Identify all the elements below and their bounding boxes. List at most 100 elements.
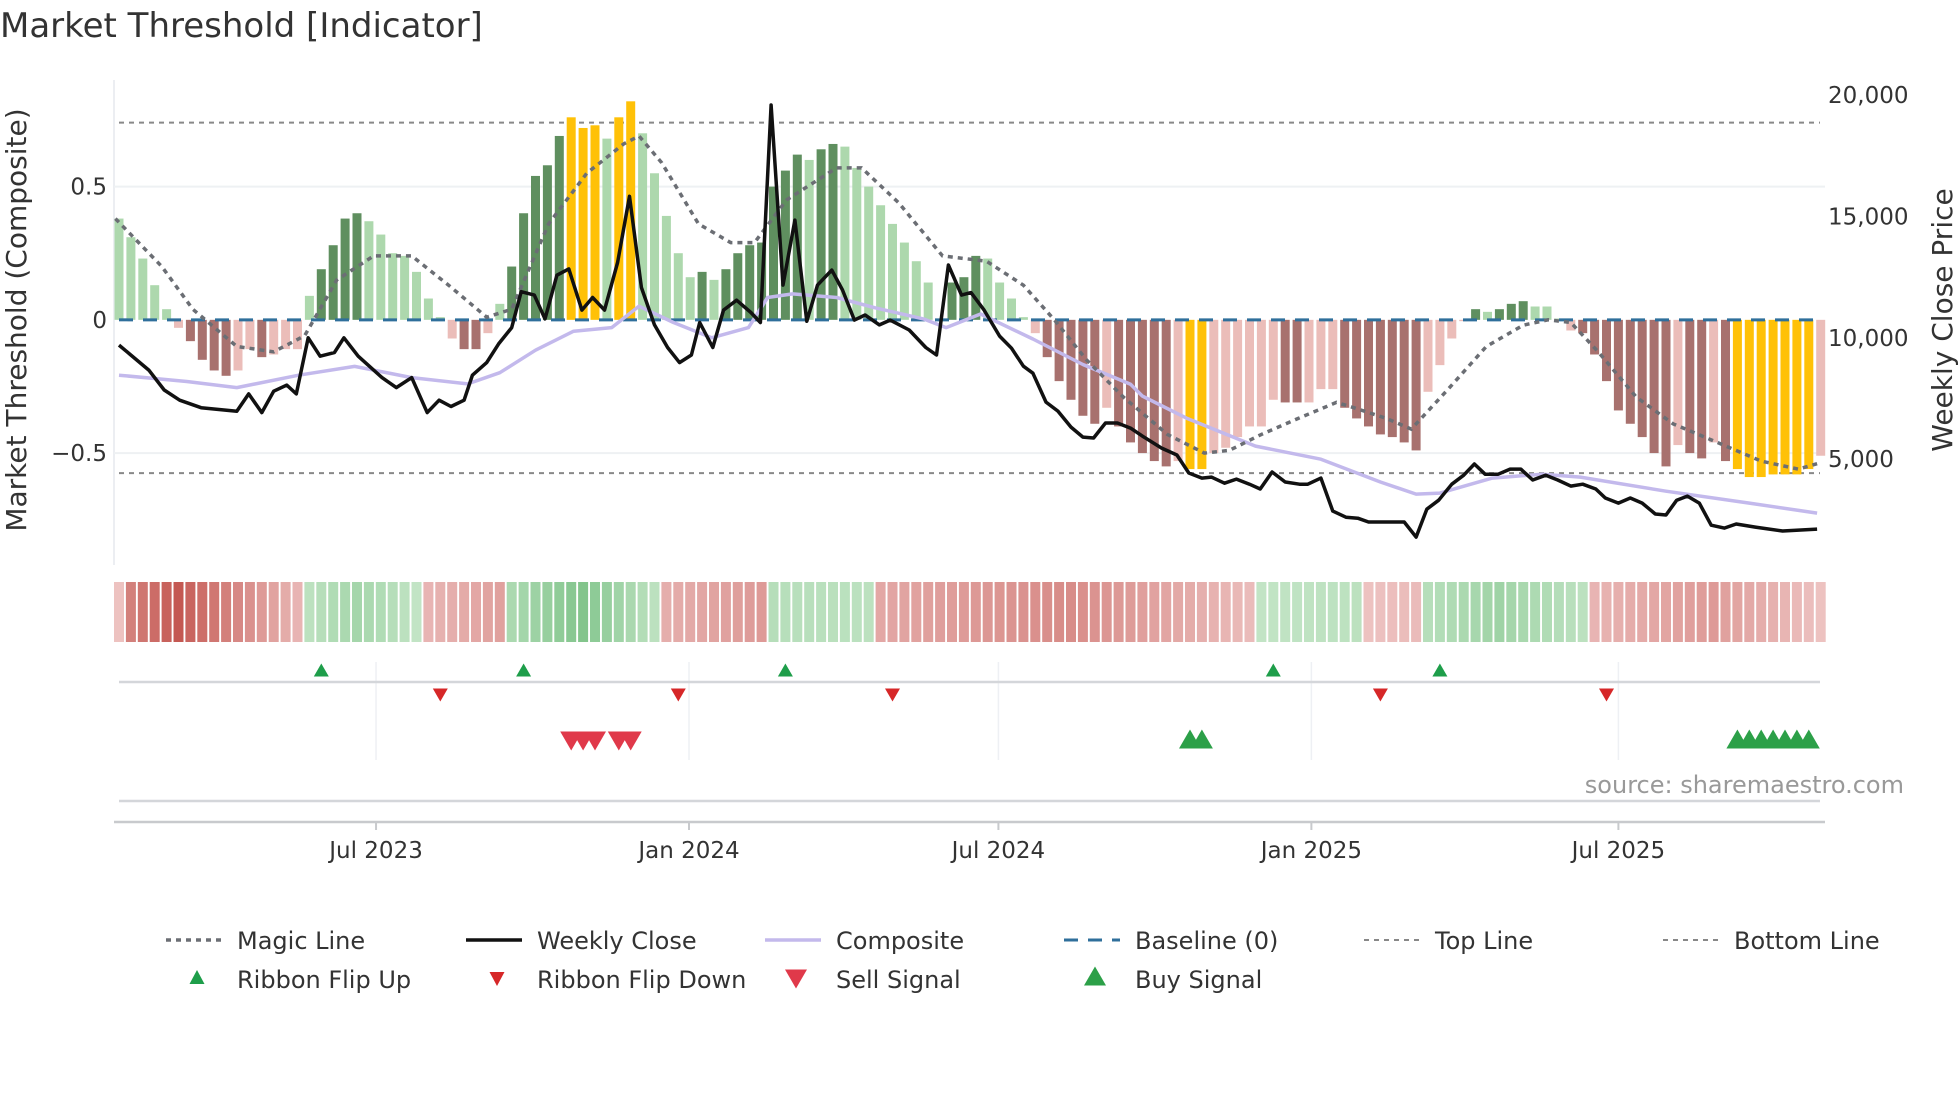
ribbon-cell — [1220, 582, 1231, 642]
composite-bar — [138, 258, 148, 320]
composite-bar — [471, 319, 481, 350]
ribbon-cell — [1577, 582, 1588, 642]
composite-bar — [1732, 319, 1742, 470]
legend-label-flip_up: Ribbon Flip Up — [237, 966, 411, 994]
composite-bar — [1661, 319, 1671, 467]
ribbon-flip-down-icon — [885, 688, 900, 702]
ribbon-cell — [1661, 582, 1671, 642]
ribbon-cell — [1637, 582, 1648, 642]
composite-bar — [685, 277, 695, 320]
composite-bar — [578, 127, 588, 320]
ribbon-cell — [649, 582, 660, 642]
right-tick-label: 10,000 — [1828, 326, 1908, 352]
x-tick-label: Jan 2025 — [1259, 838, 1362, 864]
ribbon-cell — [613, 582, 624, 642]
composite-bar — [864, 186, 874, 320]
composite-bar — [1542, 306, 1552, 320]
ribbon-cell — [1256, 582, 1267, 642]
ribbon-cell — [173, 582, 184, 642]
ribbon-cell — [1339, 582, 1350, 642]
composite-bar — [1042, 319, 1052, 358]
composite-bar — [1649, 319, 1659, 454]
ribbon-flip-up-icon — [777, 663, 793, 677]
composite-bar — [709, 279, 719, 320]
ribbon-cell — [1125, 582, 1136, 642]
ribbon-cell — [554, 582, 565, 642]
right-tick-label: 20,000 — [1828, 83, 1908, 109]
ribbon-cell — [1304, 582, 1314, 642]
ribbon-cell — [566, 582, 577, 642]
composite-bar — [1340, 319, 1350, 408]
composite-bar — [245, 319, 255, 350]
left-axis-label: Market Threshold (Composite) — [0, 108, 33, 531]
ribbon-cell — [1696, 582, 1707, 642]
ribbon-cell — [780, 582, 791, 642]
ribbon-cell — [411, 582, 422, 642]
composite-bar — [995, 282, 1005, 320]
ribbon-cell — [1720, 582, 1731, 642]
ribbon-cell — [685, 582, 696, 642]
ribbon-cell — [1185, 582, 1195, 642]
ribbon-cell — [1161, 582, 1172, 642]
right-axis-label: Weekly Close Price — [1926, 188, 1959, 451]
ribbon-cell — [542, 582, 553, 642]
ribbon-cell — [816, 582, 827, 642]
left-tick-label: −0.5 — [51, 441, 107, 467]
buy-signal-legend-icon — [1084, 966, 1106, 986]
ribbon-cell — [756, 582, 767, 642]
ribbon-cell — [1672, 582, 1683, 642]
ribbon-cell — [1625, 582, 1636, 642]
composite-bar — [1506, 303, 1516, 320]
composite-bar — [1709, 319, 1719, 443]
ribbon-cell — [744, 582, 755, 642]
ribbon-cell — [1042, 582, 1053, 642]
ribbon-cell — [518, 582, 529, 642]
composite-bar — [1102, 319, 1112, 408]
ribbon-cell — [947, 582, 957, 642]
ribbon-cell — [1780, 582, 1790, 642]
x-tick-label: Jan 2024 — [636, 838, 739, 864]
composite-bar — [1007, 298, 1016, 320]
ribbon-cell — [1423, 582, 1433, 642]
sell-signal-legend-icon — [785, 969, 807, 989]
ribbon-cell — [578, 582, 589, 642]
composite-bar — [959, 277, 969, 320]
composite-bar — [1578, 319, 1588, 334]
composite-bar — [221, 319, 231, 376]
ribbon-cell — [1101, 582, 1112, 642]
ribbon-cell — [1708, 582, 1719, 642]
composite-bar — [852, 167, 862, 320]
composite-bar — [947, 282, 957, 320]
ribbon-cell — [197, 582, 208, 642]
ribbon-cell — [423, 582, 434, 642]
ribbon-cell — [673, 582, 684, 642]
composite-bar — [1602, 319, 1611, 382]
ribbon-cell — [125, 582, 136, 642]
ribbon-cell — [1756, 582, 1767, 642]
composite-bar — [554, 135, 564, 320]
ribbon-cell — [482, 582, 493, 642]
ribbon-cell — [1649, 582, 1660, 642]
ribbon-cell — [1482, 582, 1493, 642]
composite-bar — [1221, 319, 1231, 448]
composite-bar — [733, 253, 743, 320]
composite-bar — [1494, 309, 1504, 320]
market-threshold-chart: 0.5 0 −0.5 20,000 15,000 10,000 5,000 Market Th… — [0, 80, 1959, 994]
ribbon-flip-down-legend-icon — [489, 972, 505, 986]
ribbon-cell — [1244, 582, 1255, 642]
composite-bar — [1316, 319, 1326, 390]
composite-bars — [114, 101, 1826, 478]
composite-bar — [1268, 319, 1278, 400]
ribbon-cell — [982, 582, 993, 642]
ribbon-cell — [137, 582, 148, 642]
ribbon-cell — [1530, 582, 1541, 642]
ribbon-cell — [625, 582, 636, 642]
composite-bar — [1816, 319, 1826, 456]
ribbon-cell — [316, 582, 327, 642]
composite-bar — [293, 319, 302, 350]
ribbon-cell — [1280, 582, 1291, 642]
composite-bar — [1078, 319, 1088, 416]
composite-bar — [495, 303, 505, 320]
composite-bar — [1625, 319, 1635, 424]
ribbon-cell — [268, 582, 279, 642]
